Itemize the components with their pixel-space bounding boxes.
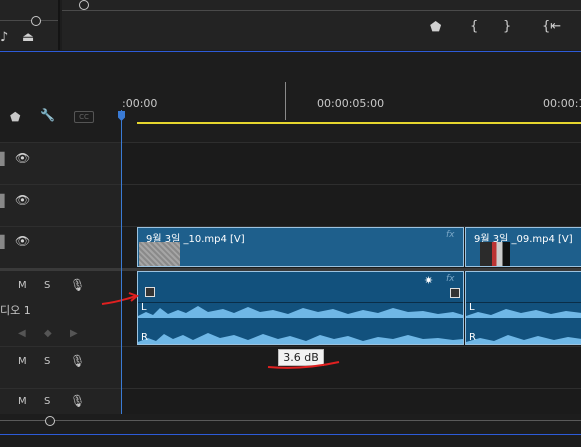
clip-thumbnail: [480, 242, 510, 266]
source-scrubber[interactable]: [0, 20, 58, 21]
sparkle-icon: ✷: [424, 274, 434, 287]
insert-icon[interactable]: ⏏: [22, 30, 34, 45]
fx-badge: fx: [446, 230, 455, 240]
track-separator: [0, 184, 581, 185]
horizontal-scrollbar[interactable]: [0, 420, 581, 421]
clip-thumbnail: [139, 242, 180, 266]
timeline-scroll-area: [0, 414, 581, 447]
scrollbar-knob[interactable]: [45, 416, 55, 426]
add-marker-icon[interactable]: ⬟: [10, 110, 20, 124]
go-to-in-icon[interactable]: {⇤: [542, 19, 561, 34]
audio-clip[interactable]: L R: [465, 271, 581, 345]
ruler-label-5s: 00:00:05:00: [317, 97, 385, 110]
audio-waveform: [138, 306, 463, 344]
source-scrubber-knob[interactable]: [31, 16, 41, 26]
captions-icon[interactable]: CC: [74, 111, 94, 123]
playhead-line[interactable]: [121, 110, 122, 414]
next-keyframe-icon[interactable]: ▶: [70, 328, 78, 339]
timeline-header: [0, 52, 581, 142]
track-separator: [0, 142, 581, 143]
track-separator: [0, 388, 581, 389]
work-area-bar[interactable]: [137, 122, 581, 124]
solo-button[interactable]: S: [44, 396, 50, 407]
panel-focus-line: [0, 434, 581, 435]
program-monitor-panel: ⬟ { } {⇤: [62, 0, 581, 50]
source-panel-edge: ♪ ⏏: [0, 0, 60, 50]
channel-right-label: R: [469, 332, 476, 343]
ruler-major-tick: [285, 82, 286, 120]
mute-button[interactable]: M: [18, 396, 27, 407]
eye-icon[interactable]: 👁: [15, 234, 30, 248]
video-clip[interactable]: 9월 3일 _10.mp4 [V] fx: [137, 227, 464, 267]
fx-badge: fx: [446, 274, 455, 284]
track-lock-edge: ▌: [0, 152, 10, 166]
ruler-label-10s: 00:00:1: [543, 97, 581, 110]
microphone-icon[interactable]: 🎙: [70, 278, 85, 292]
microphone-icon[interactable]: 🎙: [70, 394, 85, 408]
track-lock-edge: ▌: [0, 194, 10, 208]
add-keyframe-icon[interactable]: ◆: [44, 328, 52, 339]
audio-waveform: [466, 309, 581, 344]
mark-in-button[interactable]: {: [470, 19, 478, 34]
channel-left-label: L: [469, 302, 475, 313]
wrench-icon[interactable]: 🔧: [40, 108, 55, 122]
track-lock-edge: ▌: [0, 235, 10, 249]
eye-icon[interactable]: 👁: [15, 193, 30, 207]
ruler-label-start: :00:00: [122, 97, 158, 110]
video-clip[interactable]: 9월 3일 _09.mp4 [V]: [465, 227, 581, 267]
mark-out-button[interactable]: }: [503, 19, 511, 34]
solo-button[interactable]: S: [44, 280, 50, 291]
audio-clip[interactable]: ✷ fx L R: [137, 271, 464, 345]
marker-icon[interactable]: ⬟: [430, 20, 441, 35]
annotation-underline: [267, 361, 340, 369]
solo-button[interactable]: S: [44, 356, 50, 367]
track-separator: [0, 346, 581, 347]
prev-keyframe-icon[interactable]: ◀: [18, 328, 26, 339]
eye-icon[interactable]: 👁: [15, 151, 30, 165]
program-scrubber[interactable]: [62, 10, 581, 11]
microphone-icon[interactable]: 🎙: [70, 354, 85, 368]
audio-track-name: 디오 1: [0, 304, 31, 317]
track-headers: [0, 142, 121, 414]
program-scrubber-knob[interactable]: [79, 0, 89, 10]
mute-button[interactable]: M: [18, 356, 27, 367]
channel-right-label: R: [141, 332, 148, 343]
export-frame-icon[interactable]: ♪: [0, 30, 8, 45]
mute-button[interactable]: M: [18, 280, 27, 291]
